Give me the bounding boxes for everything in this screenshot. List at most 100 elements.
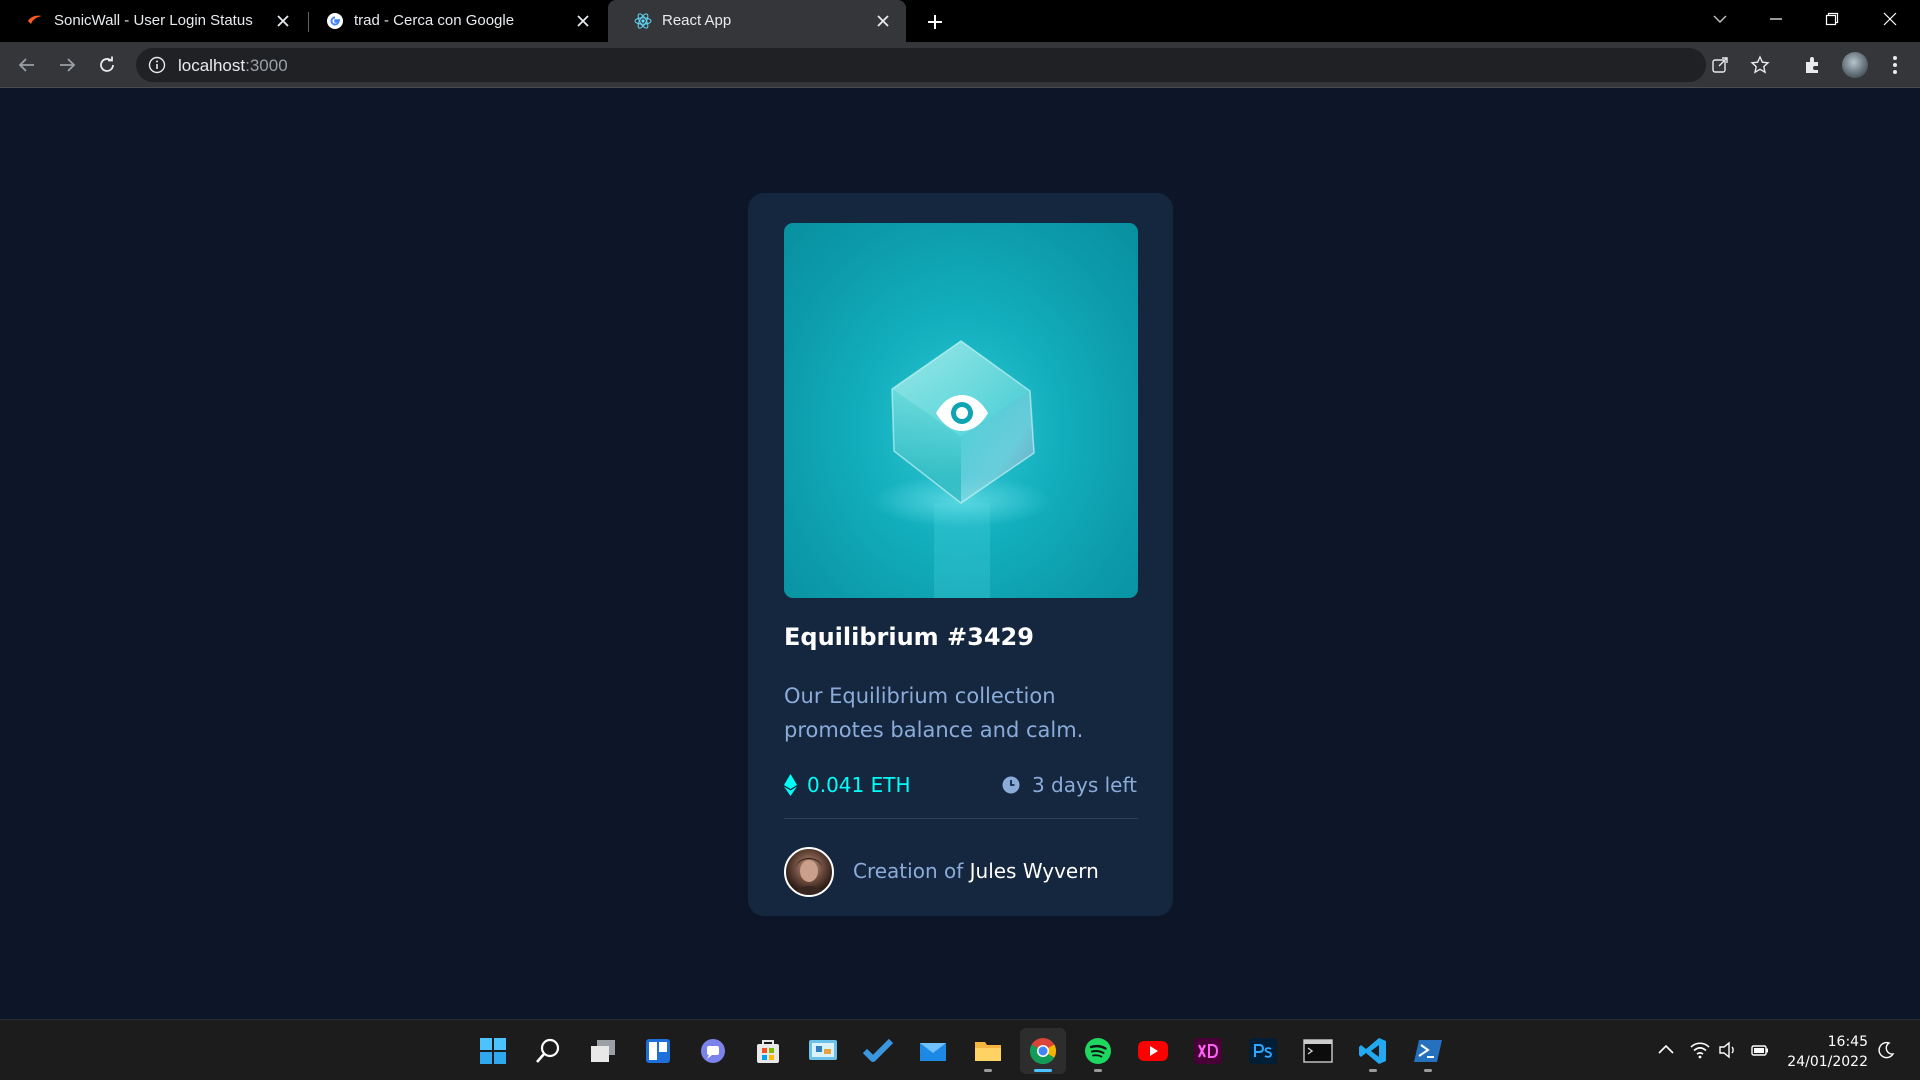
file-explorer-button[interactable] <box>965 1028 1011 1074</box>
task-view-icon <box>591 1040 615 1062</box>
reload-button[interactable] <box>92 50 122 80</box>
running-indicator <box>1424 1069 1432 1072</box>
new-tab-button[interactable] <box>922 9 948 35</box>
clock-icon <box>1002 776 1020 794</box>
share-icon[interactable] <box>1710 55 1730 75</box>
photoshop-icon <box>1249 1038 1277 1064</box>
back-button[interactable] <box>12 50 42 80</box>
reload-icon <box>100 56 114 72</box>
tab-sonicwall[interactable]: SonicWall - User Login Status <box>0 0 306 42</box>
nft-card: Equilibrium #3429 Our Equilibrium collec… <box>748 193 1173 916</box>
chevron-up-icon[interactable] <box>1656 1040 1676 1060</box>
adobe-xd-button[interactable] <box>1185 1028 1231 1074</box>
tab-title: SonicWall - User Login Status <box>54 12 253 29</box>
chevron-down-icon <box>1713 15 1727 23</box>
clock-date: 24/01/2022 <box>1787 1054 1868 1070</box>
creator-prefix: Creation of <box>853 859 964 883</box>
teams-chat-icon <box>701 1039 725 1063</box>
volume-icon[interactable] <box>1718 1040 1738 1060</box>
creator-avatar <box>784 847 834 897</box>
url-port: :3000 <box>245 56 288 75</box>
arrow-left-icon <box>18 58 34 72</box>
widgets-button[interactable] <box>635 1028 681 1074</box>
search-button[interactable] <box>525 1028 571 1074</box>
nft-image[interactable] <box>784 223 1138 598</box>
tab-search-button[interactable] <box>1692 0 1748 38</box>
vscode-button[interactable] <box>1350 1028 1396 1074</box>
address-bar[interactable]: localhost:3000 <box>136 48 1770 82</box>
todo-button[interactable] <box>855 1028 901 1074</box>
todo-icon <box>863 1038 893 1062</box>
page-content: Equilibrium #3429 Our Equilibrium collec… <box>0 89 1920 1019</box>
close-tab-icon[interactable] <box>872 10 894 32</box>
google-icon <box>327 13 343 29</box>
tab-google-search[interactable]: trad - Cerca con Google <box>300 0 606 42</box>
youtube-button[interactable] <box>1130 1028 1176 1074</box>
wifi-icon[interactable] <box>1690 1040 1710 1060</box>
ethereum-icon <box>784 774 797 796</box>
tab-title: trad - Cerca con Google <box>354 12 515 29</box>
site-info-icon[interactable] <box>148 56 166 74</box>
nft-title[interactable]: Equilibrium #3429 <box>784 623 1034 651</box>
clock-time: 16:45 <box>1827 1034 1868 1050</box>
windows-start-icon <box>480 1038 506 1064</box>
system-clock[interactable]: 16:45 24/01/2022 <box>1786 1032 1868 1072</box>
nft-price: 0.041 ETH <box>784 773 911 797</box>
store-icon <box>757 1040 779 1063</box>
creator-name[interactable]: Jules Wyvern <box>970 859 1099 883</box>
more-menu-icon[interactable] <box>1884 54 1906 76</box>
tab-title: React App <box>662 12 732 29</box>
view-eye-icon[interactable] <box>934 393 990 433</box>
price-value: 0.041 ETH <box>807 773 911 797</box>
browser-tab-strip: SonicWall - User Login Status trad - Cer… <box>0 0 1920 42</box>
battery-icon[interactable] <box>1750 1040 1770 1060</box>
time-left-value: 3 days left <box>1031 773 1137 797</box>
photoshop-button[interactable] <box>1240 1028 1286 1074</box>
teams-chat-button[interactable] <box>690 1028 736 1074</box>
tab-react-app[interactable]: React App <box>608 0 906 42</box>
close-tab-icon[interactable] <box>572 10 594 32</box>
card-divider <box>784 818 1138 819</box>
nft-time-left: 3 days left <box>1002 773 1137 797</box>
control-panel-button[interactable] <box>800 1028 846 1074</box>
spotify-button[interactable] <box>1075 1028 1121 1074</box>
control-panel-icon <box>809 1040 837 1060</box>
running-indicator <box>984 1069 992 1072</box>
url-text: localhost:3000 <box>178 56 288 76</box>
nft-description: Our Equilibrium collection promotes bala… <box>784 684 1084 742</box>
spotify-icon <box>1085 1038 1111 1064</box>
browser-toolbar: localhost:3000 <box>0 42 1920 88</box>
task-view-button[interactable] <box>580 1028 626 1074</box>
windows-taskbar: 16:45 24/01/2022 <box>0 1019 1920 1080</box>
powershell-icon <box>1414 1040 1442 1062</box>
terminal-button[interactable] <box>1295 1028 1341 1074</box>
forward-button[interactable] <box>52 50 82 80</box>
youtube-icon <box>1138 1041 1168 1061</box>
mail-icon <box>920 1043 946 1061</box>
minimize-icon <box>1770 18 1782 20</box>
bookmark-star-icon[interactable] <box>1750 55 1770 75</box>
sonicwall-icon <box>28 15 42 24</box>
focus-assist-moon-icon[interactable] <box>1876 1040 1896 1060</box>
adobe-xd-icon <box>1194 1038 1222 1064</box>
mail-button[interactable] <box>910 1028 956 1074</box>
creator-portrait <box>794 858 824 895</box>
start-button[interactable] <box>470 1028 516 1074</box>
creator-line: Creation of Jules Wyvern <box>853 859 1099 883</box>
running-indicator <box>1369 1069 1377 1072</box>
vscode-icon <box>1359 1038 1386 1064</box>
chrome-button[interactable] <box>1020 1028 1066 1074</box>
close-icon <box>1883 12 1897 26</box>
react-icon <box>634 13 652 29</box>
store-button[interactable] <box>745 1028 791 1074</box>
profile-avatar[interactable] <box>1842 52 1868 78</box>
minimize-button[interactable] <box>1748 0 1804 38</box>
extensions-icon[interactable] <box>1802 54 1824 76</box>
close-window-button[interactable] <box>1862 0 1918 38</box>
powershell-button[interactable] <box>1405 1028 1451 1074</box>
url-host: localhost <box>178 56 246 75</box>
restore-icon <box>1825 12 1839 26</box>
restore-button[interactable] <box>1804 0 1860 38</box>
plus-icon <box>928 15 942 29</box>
close-tab-icon[interactable] <box>272 10 294 32</box>
